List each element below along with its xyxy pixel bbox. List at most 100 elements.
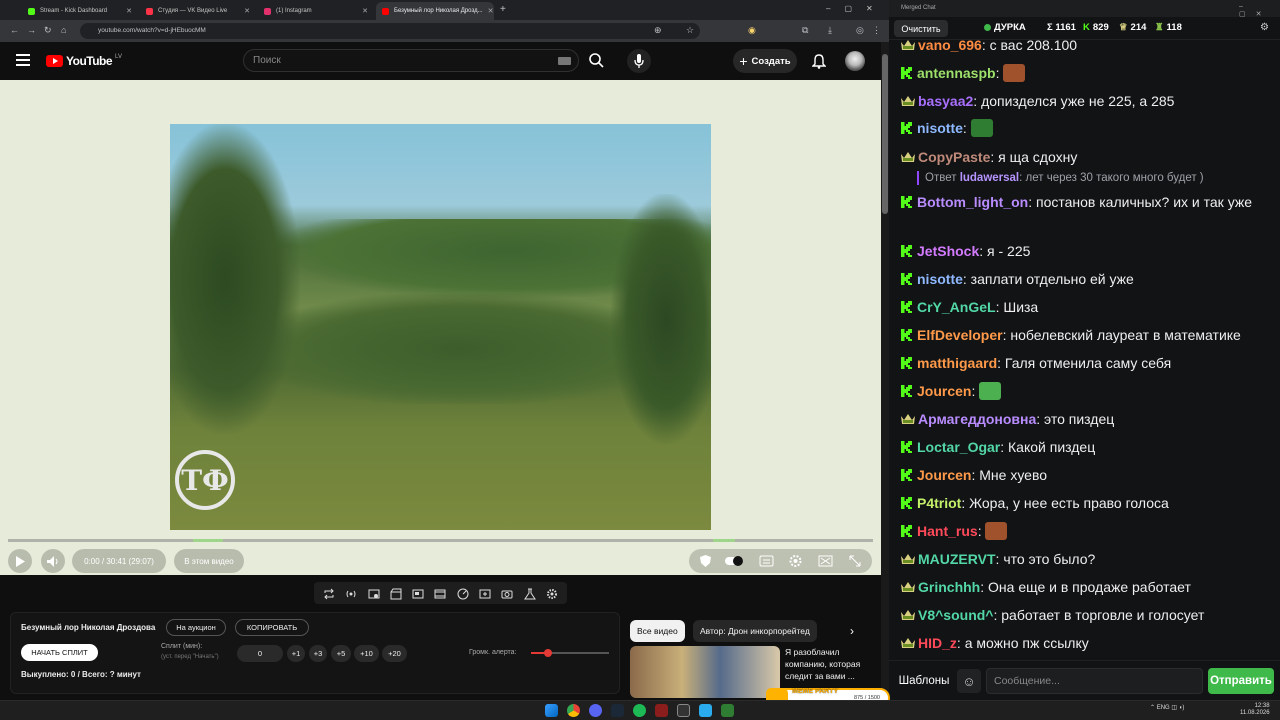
miniplayer-icon[interactable] bbox=[818, 554, 833, 568]
emoji-picker-icon[interactable]: ☺ bbox=[957, 669, 981, 693]
chat-username[interactable]: HID_z bbox=[918, 635, 957, 651]
chip-author[interactable]: Автор: Дрон инкорпорейтед bbox=[693, 620, 817, 642]
video-player[interactable]: ТФ 0:00 / 30:41 (29:07) В этом видео bbox=[0, 80, 881, 575]
chat-username[interactable]: nisotte bbox=[917, 271, 963, 287]
extensions-puzzle-icon[interactable]: ⧉ bbox=[802, 25, 808, 36]
telegram-icon[interactable] bbox=[699, 704, 712, 717]
windows-start-icon[interactable] bbox=[545, 704, 558, 717]
forward-icon[interactable]: → bbox=[27, 25, 36, 35]
close-tab-icon[interactable]: ✕ bbox=[244, 7, 250, 15]
chapters-button[interactable]: В этом видео bbox=[174, 549, 244, 573]
url-input[interactable]: youtube.com/watch?v=d-jHEbuocMM bbox=[80, 23, 700, 39]
new-tab-button[interactable]: + bbox=[500, 4, 506, 15]
gear-icon[interactable] bbox=[546, 587, 558, 599]
reply-username[interactable]: ludawersal bbox=[960, 172, 1019, 184]
tray-chevron-icon[interactable]: ⌃ bbox=[1150, 705, 1155, 711]
progress-bar[interactable] bbox=[8, 539, 873, 542]
add-5-button[interactable]: +5 bbox=[331, 645, 351, 662]
menu-dots-icon[interactable]: ⋮ bbox=[872, 25, 881, 36]
start-split-button[interactable]: НАЧАТЬ СПЛИТ bbox=[21, 644, 98, 661]
auction-button[interactable]: На аукцион bbox=[166, 619, 226, 636]
fullscreen-icon[interactable] bbox=[848, 554, 863, 568]
film-strip-icon[interactable] bbox=[434, 587, 446, 599]
taskbar-clock[interactable]: 12:38 11.08.2026 bbox=[1240, 703, 1270, 717]
system-tray[interactable]: ⌃ ENG ◫ ◖) bbox=[1150, 704, 1184, 711]
subtitles-icon[interactable] bbox=[759, 554, 774, 568]
chevron-right-icon[interactable]: › bbox=[850, 624, 854, 638]
camera-icon[interactable] bbox=[501, 587, 513, 599]
clear-chat-button[interactable]: Очистить bbox=[894, 20, 948, 37]
chat-username[interactable]: JetShock bbox=[917, 243, 979, 259]
chat-username[interactable]: matthigaard bbox=[917, 355, 997, 371]
settings-gear-icon[interactable] bbox=[788, 554, 803, 568]
chat-username[interactable]: Bottom_light_on bbox=[917, 194, 1028, 210]
chat-username[interactable]: Jourcen bbox=[917, 383, 971, 399]
repeat-icon[interactable] bbox=[323, 587, 335, 600]
search-input[interactable]: Поиск bbox=[243, 49, 579, 72]
clapper-icon[interactable] bbox=[390, 587, 402, 600]
language-indicator[interactable]: ENG bbox=[1157, 705, 1170, 711]
broadcast-icon[interactable] bbox=[345, 587, 357, 599]
chat-username[interactable]: Hant_rus bbox=[917, 523, 978, 539]
chat-username[interactable]: CopyPaste bbox=[918, 149, 990, 165]
close-tab-icon[interactable]: ✕ bbox=[362, 7, 368, 15]
chat-window-controls[interactable]: –▢✕ bbox=[1239, 3, 1280, 18]
download-icon[interactable]: ⤓ bbox=[828, 25, 832, 36]
tab-youtube-video[interactable]: Безумный лор Николая Дрозд... ✕ bbox=[376, 2, 494, 20]
close-tab-icon[interactable]: ✕ bbox=[126, 7, 132, 15]
related-video-thumbnail[interactable] bbox=[630, 646, 780, 698]
flask-icon[interactable] bbox=[523, 587, 536, 600]
chat-username[interactable]: P4triot bbox=[917, 495, 961, 511]
app-icon[interactable] bbox=[721, 704, 734, 717]
chat-username[interactable]: vano_696 bbox=[918, 40, 982, 53]
chat-username[interactable]: V8^sound^ bbox=[918, 607, 993, 623]
shield-icon[interactable] bbox=[698, 554, 713, 568]
volume-button[interactable] bbox=[41, 549, 65, 573]
add-1-button[interactable]: +1 bbox=[287, 645, 305, 662]
spotify-icon[interactable] bbox=[633, 704, 646, 717]
chat-settings-gear-icon[interactable]: ⚙ bbox=[1260, 22, 1269, 33]
alert-volume-slider[interactable] bbox=[531, 649, 609, 657]
back-icon[interactable]: ← bbox=[10, 25, 19, 35]
chat-username[interactable]: basyaa2 bbox=[918, 93, 973, 109]
account-avatar[interactable] bbox=[845, 51, 865, 71]
voice-search-button[interactable] bbox=[627, 49, 651, 73]
page-scrollbar[interactable] bbox=[881, 42, 889, 700]
slider-handle[interactable] bbox=[544, 649, 553, 657]
send-button[interactable]: Отправить bbox=[1208, 668, 1274, 694]
keyboard-icon[interactable] bbox=[558, 57, 571, 65]
screen-view-icon[interactable] bbox=[368, 587, 380, 599]
search-button[interactable] bbox=[579, 49, 615, 72]
bookmark-star-icon[interactable]: ☆ bbox=[686, 25, 694, 36]
notifications-bell-icon[interactable] bbox=[811, 53, 827, 74]
speaker-icon[interactable]: ◖) bbox=[1179, 705, 1185, 711]
steam-icon[interactable] bbox=[611, 704, 624, 717]
profile-icon[interactable]: ◎ bbox=[856, 25, 864, 36]
close-tab-icon[interactable]: ✕ bbox=[488, 7, 494, 15]
chat-username[interactable]: Jourcen bbox=[917, 467, 971, 483]
split-minutes-input[interactable]: 0 bbox=[237, 645, 283, 662]
message-input[interactable]: Сообщение... bbox=[986, 668, 1203, 694]
home-icon[interactable]: ⌂ bbox=[61, 25, 66, 35]
tab-kick-dashboard[interactable]: Stream - Kick Dashboard ✕ bbox=[22, 2, 138, 20]
video-frame[interactable]: ТФ bbox=[170, 124, 711, 530]
chat-username[interactable]: CrY_AnGeL bbox=[917, 299, 996, 315]
chat-username[interactable]: nisotte bbox=[917, 120, 963, 136]
add-20-button[interactable]: +20 bbox=[382, 645, 407, 662]
terminal-icon[interactable] bbox=[677, 704, 690, 717]
copy-button[interactable]: КОПИРОВАТЬ bbox=[235, 619, 309, 636]
related-video-title[interactable]: Я разоблачил компанию, которая следит за… bbox=[785, 646, 883, 682]
discord-icon[interactable] bbox=[589, 704, 602, 717]
chat-username[interactable]: Армагеддоновна bbox=[918, 411, 1036, 427]
add-screen-icon[interactable] bbox=[479, 587, 491, 599]
chat-username[interactable]: ElfDeveloper bbox=[917, 327, 1003, 343]
reload-icon[interactable]: ↻ bbox=[44, 25, 52, 36]
chat-username[interactable]: MAUZERVT bbox=[918, 551, 996, 567]
tab-vk-studio[interactable]: Студия — VK Видео Live ✕ bbox=[140, 2, 256, 20]
crop-icon[interactable] bbox=[412, 587, 424, 599]
chrome-icon[interactable] bbox=[567, 704, 580, 717]
chat-username[interactable]: Loctar_Ogar bbox=[917, 439, 1000, 455]
youtube-logo[interactable]: YouTube LV bbox=[46, 54, 122, 68]
chip-all-videos[interactable]: Все видео bbox=[630, 620, 685, 642]
network-icon[interactable]: ◫ bbox=[1171, 705, 1177, 711]
